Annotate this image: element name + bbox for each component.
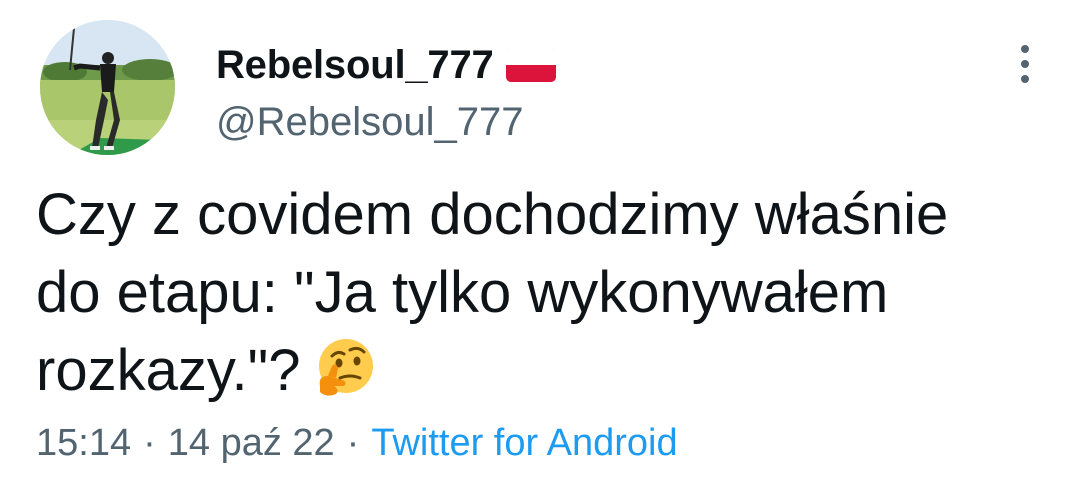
author-name-row: Rebelsoul_777 bbox=[216, 42, 556, 88]
separator: · bbox=[346, 422, 360, 464]
display-name[interactable]: Rebelsoul_777 bbox=[216, 43, 494, 88]
thinking-face-icon bbox=[312, 336, 376, 400]
tweet-line: Czy z covidem dochodzimy właśnie bbox=[36, 182, 949, 247]
tweet-time[interactable]: 15:14 bbox=[36, 422, 131, 464]
author-handle[interactable]: @Rebelsoul_777 bbox=[216, 100, 523, 145]
tweet-meta: 15:14 · 14 paź 22 · Twitter for Android bbox=[36, 422, 678, 465]
tweet-line-last: rozkazy."? bbox=[36, 332, 1046, 410]
separator: · bbox=[143, 422, 156, 464]
avatar[interactable] bbox=[40, 20, 175, 155]
poland-flag-icon bbox=[505, 48, 556, 82]
more-options-icon bbox=[1021, 45, 1029, 83]
tweet-source-link[interactable]: Twitter for Android bbox=[371, 422, 677, 464]
tweet-text: Czy z covidem dochodzimy właśnie do etap… bbox=[36, 176, 1046, 410]
more-options-button[interactable] bbox=[1005, 38, 1045, 90]
tweet-date[interactable]: 14 paź 22 bbox=[168, 422, 335, 464]
golfer-avatar-image bbox=[40, 20, 175, 155]
tweet-line: rozkazy."? bbox=[36, 338, 301, 403]
tweet-line: do etapu: "Ja tylko wykonywałem bbox=[36, 260, 889, 325]
